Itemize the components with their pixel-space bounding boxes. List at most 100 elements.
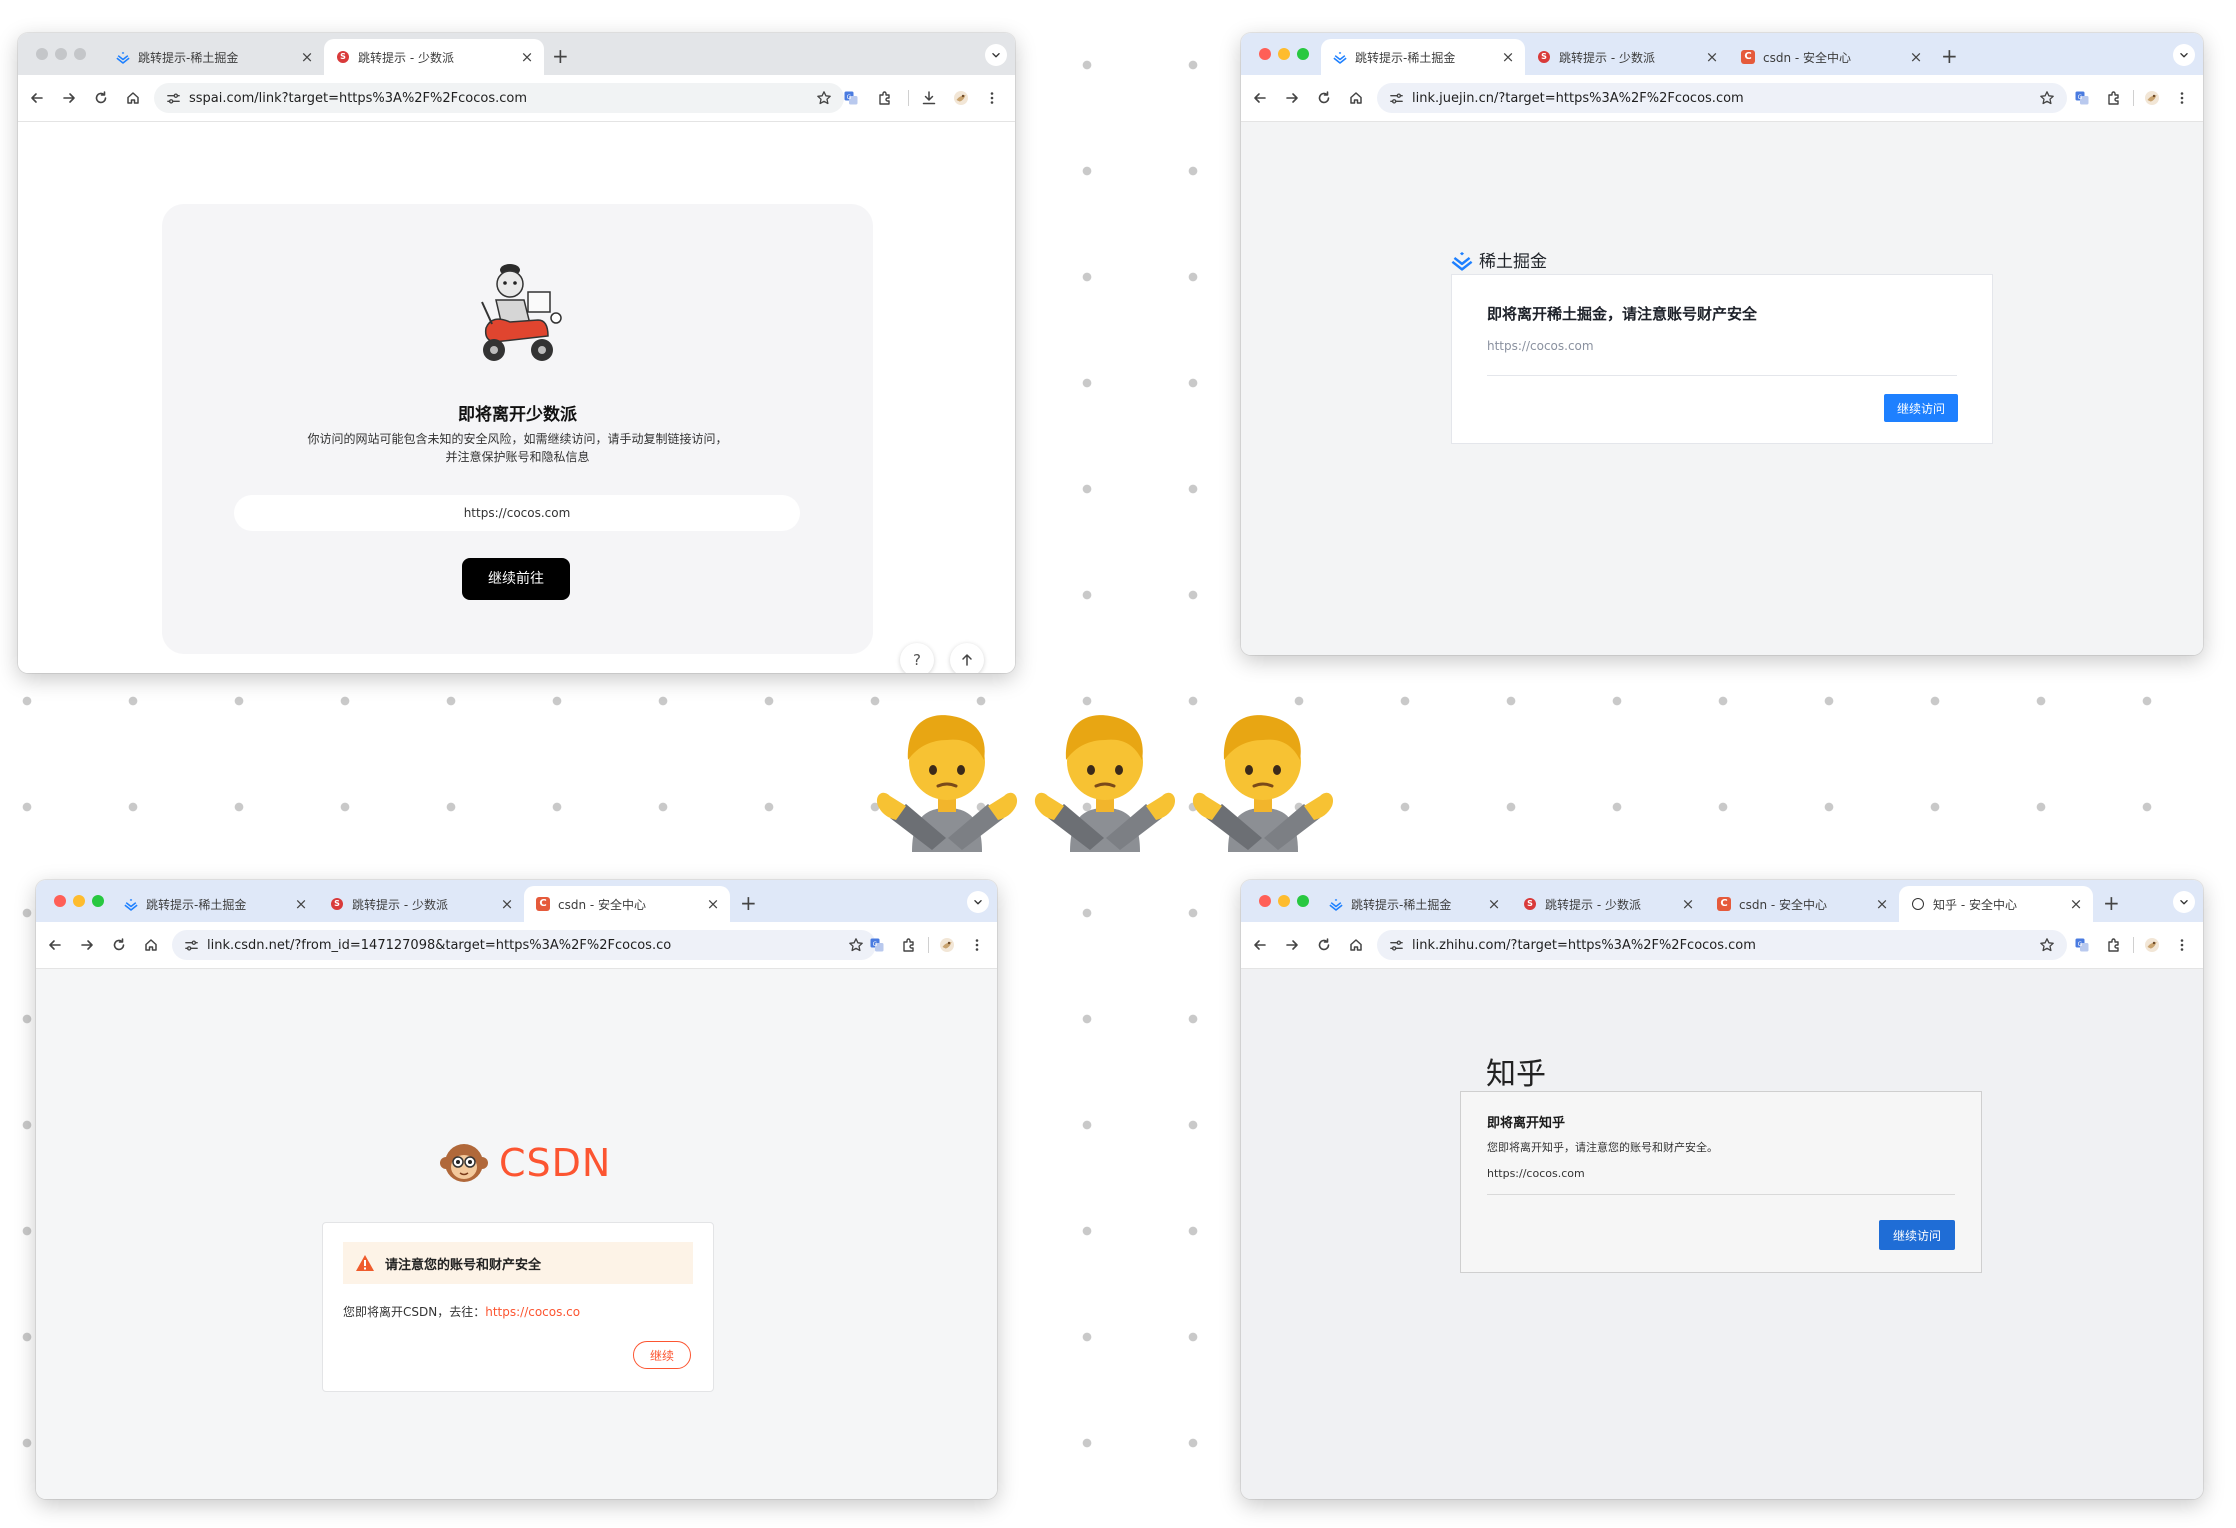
target-link[interactable]: https://cocos.co: [485, 1305, 580, 1319]
close-window-button[interactable]: [54, 895, 66, 907]
home-button[interactable]: [118, 75, 148, 121]
address-bar[interactable]: link.zhihu.com/?target=https%3A%2F%2Fcoc…: [1377, 930, 2067, 960]
back-button[interactable]: [40, 922, 70, 968]
tab-sspai[interactable]: S 跳转提示 - 少数派 ×: [318, 886, 524, 922]
translate-icon[interactable]: [2071, 87, 2093, 109]
bookmark-star-icon[interactable]: [2039, 90, 2055, 106]
minimize-window-button[interactable]: [73, 895, 85, 907]
forward-button[interactable]: [54, 75, 84, 121]
continue-button[interactable]: 继续: [633, 1341, 691, 1369]
minimize-window-button[interactable]: [55, 48, 67, 60]
tab-search-button[interactable]: [967, 891, 989, 913]
bookmark-star-icon[interactable]: [816, 90, 832, 106]
address-bar[interactable]: sspai.com/link?target=https%3A%2F%2Fcoco…: [154, 83, 844, 113]
address-bar[interactable]: link.csdn.net/?from_id=147127098&target=…: [172, 930, 876, 960]
bookmark-star-icon[interactable]: [848, 937, 864, 953]
tab-close-icon[interactable]: ×: [1677, 895, 1699, 913]
tab-search-button[interactable]: [2173, 44, 2195, 66]
extensions-icon[interactable]: [898, 934, 920, 956]
back-button[interactable]: [22, 75, 52, 121]
bookmark-star-icon[interactable]: [2039, 937, 2055, 953]
tab-csdn[interactable]: C csdn - 安全中心 ×: [1729, 39, 1933, 75]
extensions-icon[interactable]: [2103, 934, 2125, 956]
tab-close-icon[interactable]: ×: [496, 895, 518, 913]
home-button[interactable]: [136, 922, 166, 968]
tab-search-button[interactable]: [2173, 891, 2195, 913]
home-button[interactable]: [1341, 922, 1371, 968]
forward-button[interactable]: [1277, 75, 1307, 121]
tab-juejin[interactable]: 跳转提示-稀土掘金 ×: [1317, 886, 1511, 922]
maximize-window-button[interactable]: [1297, 48, 1309, 60]
profile-avatar-icon[interactable]: [936, 934, 958, 956]
browser-menu-icon[interactable]: [2171, 87, 2193, 109]
translate-icon[interactable]: [2071, 934, 2093, 956]
back-button[interactable]: [1245, 922, 1275, 968]
browser-menu-icon[interactable]: [2171, 934, 2193, 956]
tab-juejin[interactable]: 跳转提示-稀土掘金 ×: [1321, 39, 1525, 75]
continue-button[interactable]: 继续访问: [1879, 1220, 1955, 1250]
extensions-icon[interactable]: [2103, 87, 2125, 109]
close-window-button[interactable]: [36, 48, 48, 60]
address-bar[interactable]: link.juejin.cn/?target=https%3A%2F%2Fcoc…: [1377, 83, 2067, 113]
reload-button[interactable]: [104, 922, 134, 968]
download-icon[interactable]: [918, 87, 940, 109]
site-settings-icon[interactable]: [1389, 91, 1404, 106]
tab-csdn[interactable]: C csdn - 安全中心 ×: [524, 886, 730, 922]
help-button[interactable]: ?: [900, 643, 934, 673]
tab-sspai[interactable]: S 跳转提示 - 少数派 ×: [324, 39, 544, 75]
url-text[interactable]: link.zhihu.com/?target=https%3A%2F%2Fcoc…: [1412, 938, 2039, 953]
new-tab-button[interactable]: +: [2103, 893, 2120, 913]
tab-sspai[interactable]: S 跳转提示 - 少数派 ×: [1525, 39, 1729, 75]
tab-close-icon[interactable]: ×: [1497, 48, 1519, 66]
tab-csdn[interactable]: C csdn - 安全中心 ×: [1705, 886, 1899, 922]
maximize-window-button[interactable]: [92, 895, 104, 907]
profile-avatar-icon[interactable]: [2141, 87, 2163, 109]
browser-menu-icon[interactable]: [966, 934, 988, 956]
tab-juejin[interactable]: 跳转提示-稀土掘金 ×: [112, 886, 318, 922]
site-settings-icon[interactable]: [166, 91, 181, 106]
forward-button[interactable]: [72, 922, 102, 968]
continue-button[interactable]: 继续访问: [1884, 394, 1958, 422]
tab-sspai[interactable]: S 跳转提示 - 少数派 ×: [1511, 886, 1705, 922]
tab-close-icon[interactable]: ×: [1483, 895, 1505, 913]
tab-close-icon[interactable]: ×: [296, 48, 318, 66]
maximize-window-button[interactable]: [1297, 895, 1309, 907]
continue-button[interactable]: 继续前往: [462, 558, 570, 600]
minimize-window-button[interactable]: [1278, 895, 1290, 907]
tab-close-icon[interactable]: ×: [1701, 48, 1723, 66]
tab-close-icon[interactable]: ×: [516, 48, 538, 66]
tab-juejin[interactable]: 跳转提示-稀土掘金 ×: [104, 39, 324, 75]
forward-button[interactable]: [1277, 922, 1307, 968]
tab-close-icon[interactable]: ×: [702, 895, 724, 913]
translate-icon[interactable]: [840, 87, 862, 109]
back-button[interactable]: [1245, 75, 1275, 121]
profile-avatar-icon[interactable]: [2141, 934, 2163, 956]
browser-menu-icon[interactable]: [981, 87, 1003, 109]
site-settings-icon[interactable]: [184, 938, 199, 953]
close-window-button[interactable]: [1259, 48, 1271, 60]
new-tab-button[interactable]: +: [552, 46, 569, 66]
new-tab-button[interactable]: +: [1941, 46, 1958, 66]
tab-close-icon[interactable]: ×: [1871, 895, 1893, 913]
tab-close-icon[interactable]: ×: [2065, 895, 2087, 913]
translate-icon[interactable]: [866, 934, 888, 956]
tab-search-button[interactable]: [985, 44, 1007, 66]
url-text[interactable]: sspai.com/link?target=https%3A%2F%2Fcoco…: [189, 91, 816, 106]
minimize-window-button[interactable]: [1278, 48, 1290, 60]
url-text[interactable]: link.juejin.cn/?target=https%3A%2F%2Fcoc…: [1412, 91, 2039, 106]
scroll-top-button[interactable]: [950, 643, 984, 673]
tab-close-icon[interactable]: ×: [290, 895, 312, 913]
site-settings-icon[interactable]: [1389, 938, 1404, 953]
profile-avatar-icon[interactable]: [950, 87, 972, 109]
home-button[interactable]: [1341, 75, 1371, 121]
url-text[interactable]: link.csdn.net/?from_id=147127098&target=…: [207, 938, 848, 953]
tab-zhihu[interactable]: 知乎 - 安全中心 ×: [1899, 886, 2093, 922]
reload-button[interactable]: [1309, 922, 1339, 968]
tab-close-icon[interactable]: ×: [1905, 48, 1927, 66]
extensions-icon[interactable]: [874, 87, 896, 109]
maximize-window-button[interactable]: [74, 48, 86, 60]
reload-button[interactable]: [1309, 75, 1339, 121]
new-tab-button[interactable]: +: [740, 893, 757, 913]
close-window-button[interactable]: [1259, 895, 1271, 907]
reload-button[interactable]: [86, 75, 116, 121]
